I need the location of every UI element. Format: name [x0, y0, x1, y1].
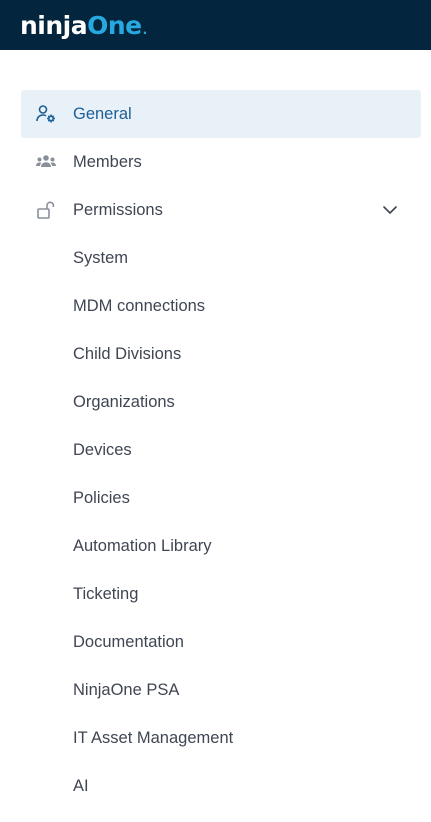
- user-gear-icon: [35, 103, 57, 125]
- logo-ninja-text: ninja: [20, 10, 88, 40]
- logo-one-text: One: [87, 10, 142, 40]
- permissions-item-automation-library[interactable]: Automation Library: [21, 522, 421, 570]
- nav-item-permissions-label: Permissions: [73, 200, 163, 219]
- nav-item-general-label: General: [73, 104, 132, 123]
- ninjaone-logo[interactable]: ninja One.: [20, 13, 147, 38]
- lock-open-icon: [35, 199, 57, 221]
- chevron-down-icon[interactable]: [381, 201, 399, 219]
- nav-item-general[interactable]: General: [21, 90, 421, 138]
- nav-item-members-label: Members: [73, 152, 142, 171]
- nav-item-members[interactable]: Members: [21, 138, 421, 186]
- permissions-item-policies[interactable]: Policies: [21, 474, 421, 522]
- permissions-item-child-divisions[interactable]: Child Divisions: [21, 330, 421, 378]
- permissions-item-ticketing[interactable]: Ticketing: [21, 570, 421, 618]
- permissions-item-mdm-connections[interactable]: MDM connections: [21, 282, 421, 330]
- users-icon: [35, 151, 57, 173]
- permissions-item-organizations[interactable]: Organizations: [21, 378, 421, 426]
- nav-item-permissions[interactable]: Permissions: [21, 186, 421, 234]
- permissions-item-system[interactable]: System: [21, 234, 421, 282]
- permissions-item-documentation[interactable]: Documentation: [21, 618, 421, 666]
- top-bar: ninja One.: [0, 0, 431, 50]
- permissions-item-ai[interactable]: AI: [21, 762, 421, 810]
- permissions-item-it-asset-management[interactable]: IT Asset Management: [21, 714, 421, 762]
- logo-dot: .: [142, 22, 148, 37]
- permissions-item-devices[interactable]: Devices: [21, 426, 421, 474]
- permissions-item-ninjaone-psa[interactable]: NinjaOne PSA: [21, 666, 421, 714]
